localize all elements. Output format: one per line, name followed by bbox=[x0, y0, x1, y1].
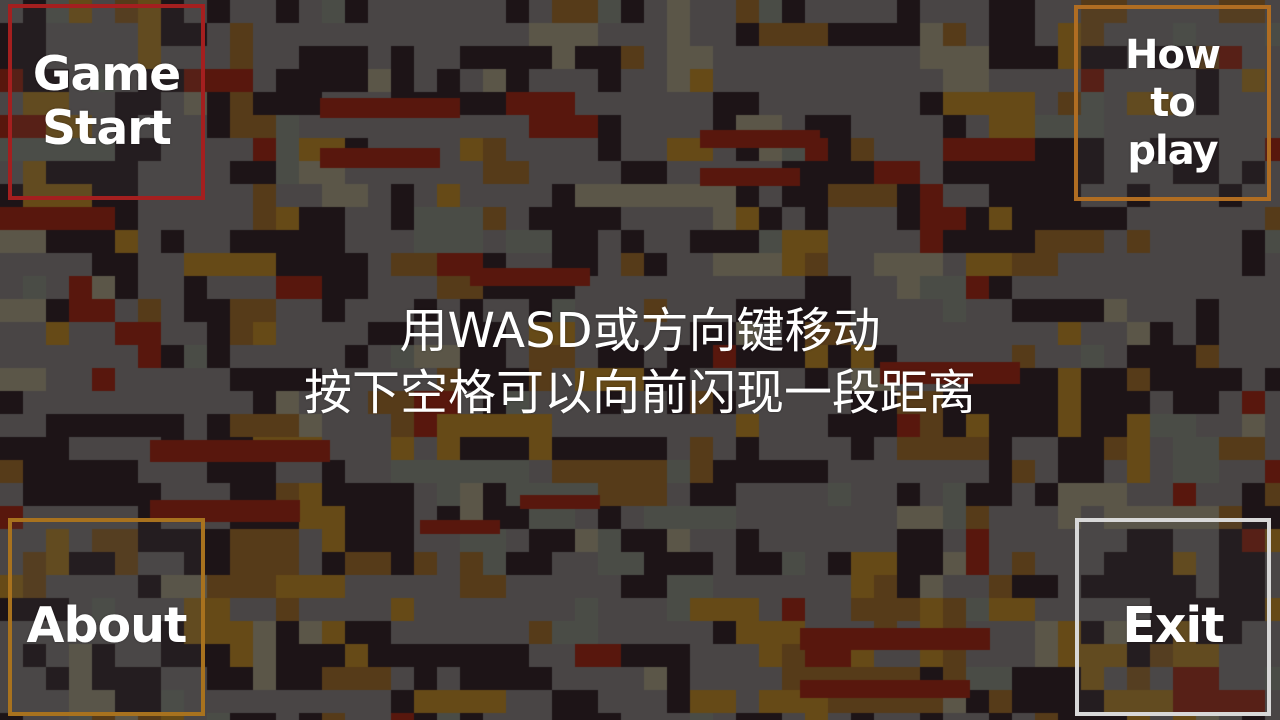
controls-instructions: 用WASD或方向键移动 按下空格可以向前闪现一段距离 bbox=[190, 300, 1090, 424]
about-label: About bbox=[26, 597, 188, 654]
game-start-button[interactable]: Game Start bbox=[8, 4, 205, 200]
exit-button[interactable]: Exit bbox=[1075, 518, 1271, 716]
about-button[interactable]: About bbox=[8, 518, 205, 716]
game-start-label: Game Start bbox=[32, 47, 181, 156]
exit-label: Exit bbox=[1122, 597, 1224, 654]
how-to-play-button[interactable]: How to play bbox=[1074, 5, 1271, 201]
instructions-line-move: 用WASD或方向键移动 bbox=[399, 303, 881, 359]
title-screen: Game Start How to play About Exit 用WASD或… bbox=[0, 0, 1280, 720]
instructions-line-dash: 按下空格可以向前闪现一段距离 bbox=[303, 365, 976, 421]
how-to-play-label: How to play bbox=[1125, 32, 1221, 174]
